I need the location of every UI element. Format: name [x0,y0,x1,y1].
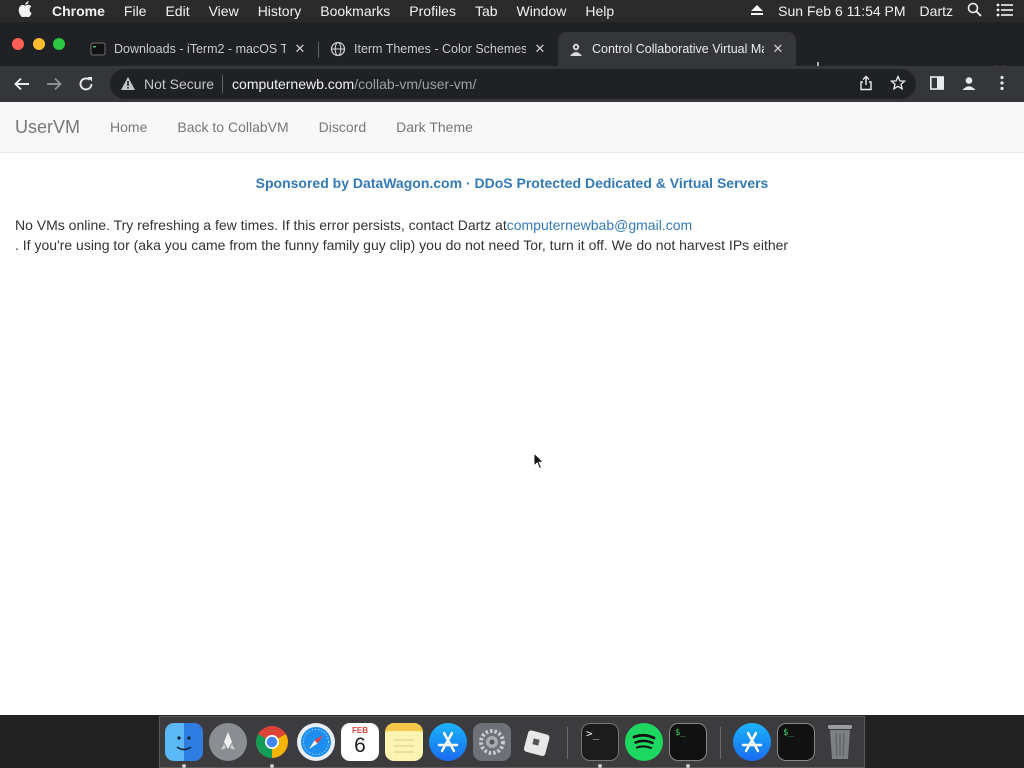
macos-dock: FEB 6 >_ $_ $_ [159,716,865,768]
running-indicator [686,764,690,768]
running-indicator [270,764,274,768]
eject-icon[interactable] [750,3,764,19]
sponsor-tagline[interactable]: DDoS Protected Dedicated & Virtual Serve… [475,175,769,191]
tab-title: Control Collaborative Virtual Machines! [592,42,764,56]
mouse-pointer-icon [533,452,545,470]
dock-divider [567,727,568,759]
menu-user[interactable]: Dartz [920,3,953,19]
tab-iterm-themes[interactable]: Iterm Themes - Color Schemes ✕ [320,32,558,66]
menu-file[interactable]: File [124,3,147,19]
menu-view[interactable]: View [209,3,239,19]
tab-downloads-iterm2[interactable]: Downloads - iTerm2 - macOS Terminal Repl… [80,32,318,66]
sponsor-link[interactable]: Sponsored by DataWagon.com [256,175,462,191]
back-arrow-icon[interactable] [11,73,33,95]
app-store-icon[interactable] [429,723,467,761]
menu-help[interactable]: Help [585,3,614,19]
warning-triangle-icon[interactable] [120,76,138,92]
menu-edit[interactable]: Edit [165,3,189,19]
trash-icon[interactable] [821,723,859,761]
close-tab-icon[interactable]: ✕ [770,41,786,57]
menu-window[interactable]: Window [517,3,567,19]
calendar-day: 6 [354,734,366,757]
recent-iterm-icon[interactable]: $_ [777,723,815,761]
spotify-icon[interactable] [625,723,663,761]
menu-clock[interactable]: Sun Feb 6 11:54 PM [778,3,905,19]
menu-profiles[interactable]: Profiles [409,3,456,19]
side-panel-icon[interactable] [928,74,946,92]
menu-app-name[interactable]: Chrome [52,3,105,19]
iterm-icon[interactable]: $_ [669,723,707,761]
macos-menu-bar: Chrome File Edit View History Bookmarks … [0,0,1024,22]
close-window-button[interactable] [12,38,24,50]
menu-history[interactable]: History [258,3,302,19]
site-navbar: UserVM Home Back to CollabVM Discord Dar… [0,102,1024,153]
omnibox-divider [222,75,224,93]
apple-menu-icon[interactable] [18,1,38,21]
tab-divider [318,42,319,58]
contact-email-link[interactable]: computernewbab@gmail.com [507,217,692,233]
no-vms-message: No VMs online. Try refreshing a few time… [15,215,1005,255]
roblox-icon[interactable] [517,723,555,761]
zoom-window-button[interactable] [53,38,65,50]
url-host: computernewb.com [232,76,355,92]
screen: Chrome File Edit View History Bookmarks … [0,0,1024,768]
profile-avatar-icon[interactable] [960,74,978,92]
sponsor-separator: · [462,175,475,191]
menu-bookmarks[interactable]: Bookmarks [320,3,390,19]
nav-dark-theme[interactable]: Dark Theme [396,119,473,135]
notes-icon[interactable] [385,723,423,761]
close-tab-icon[interactable]: ✕ [292,41,308,57]
site-brand[interactable]: UserVM [15,117,80,138]
close-tab-icon[interactable]: ✕ [532,41,548,57]
web-page: UserVM Home Back to CollabVM Discord Dar… [0,102,1024,715]
iterm-icon [90,41,106,57]
running-indicator [598,764,602,768]
dock-divider [720,727,721,759]
downloads-folder-icon[interactable] [733,723,771,761]
bookmark-star-icon[interactable] [889,74,907,92]
control-center-icon[interactable] [996,3,1014,20]
message-text: No VMs online. Try refreshing a few time… [15,217,507,233]
nav-back-to-collabvm[interactable]: Back to CollabVM [177,119,288,135]
browser-toolbar: Not Secure computernewb.com /collab-vm/u… [0,66,1024,102]
spotlight-search-icon[interactable] [967,2,982,20]
terminal-icon[interactable]: >_ [581,723,619,761]
sponsor-banner: Sponsored by DataWagon.com · DDoS Protec… [0,175,1024,191]
chrome-icon[interactable] [253,723,291,761]
url-path: /collab-vm/user-vm/ [354,76,477,92]
calendar-icon[interactable]: FEB 6 [341,723,379,761]
not-secure-label[interactable]: Not Secure [144,76,214,92]
running-indicator [182,764,186,768]
globe-icon [330,41,346,57]
more-options-kebab-icon[interactable] [993,74,1011,92]
address-bar[interactable]: Not Secure computernewb.com /collab-vm/u… [110,69,916,99]
launchpad-icon[interactable] [209,723,247,761]
finder-icon[interactable] [165,723,203,761]
safari-icon[interactable] [297,723,335,761]
share-icon[interactable] [857,74,875,92]
forward-arrow-icon[interactable] [43,73,65,95]
message-text-continued: . If you're using tor (aka you came from… [15,237,789,253]
nav-discord[interactable]: Discord [319,119,366,135]
menu-tab[interactable]: Tab [475,3,498,19]
tab-title: Iterm Themes - Color Schemes [354,42,526,56]
browser-tab-strip: Downloads - iTerm2 - macOS Terminal Repl… [0,22,1024,78]
reload-icon[interactable] [75,73,97,95]
tab-title: Downloads - iTerm2 - macOS Terminal Repl… [114,42,286,56]
collabvm-icon [568,41,584,57]
system-preferences-icon[interactable] [473,723,511,761]
nav-home[interactable]: Home [110,119,147,135]
minimize-window-button[interactable] [33,38,45,50]
tab-control-collaborative-vm[interactable]: Control Collaborative Virtual Machines! … [558,32,796,66]
